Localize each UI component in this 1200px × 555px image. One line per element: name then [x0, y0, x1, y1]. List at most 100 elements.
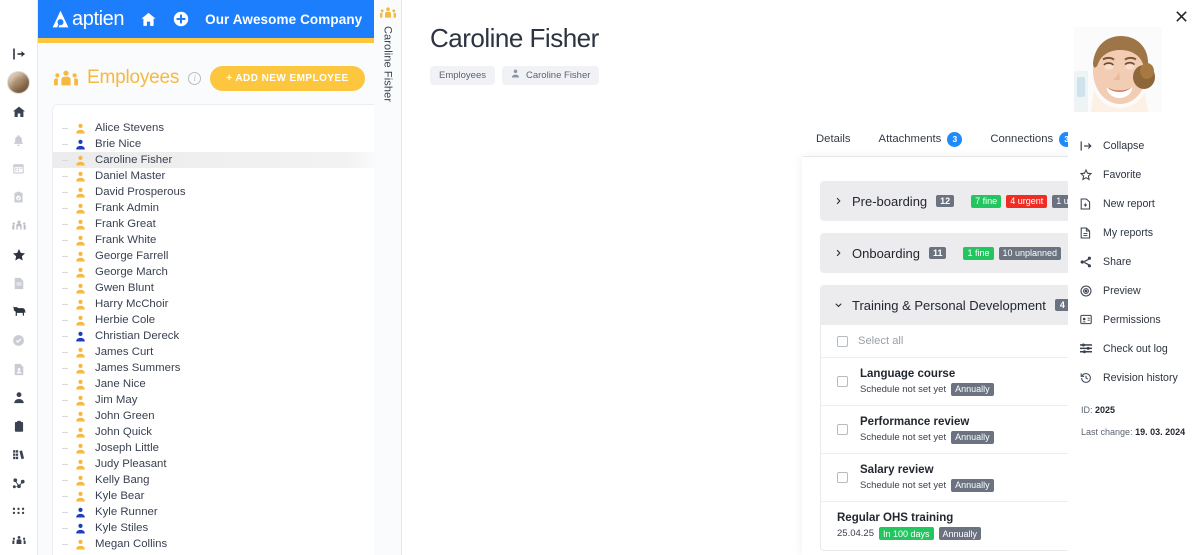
person-icon[interactable]: [0, 383, 38, 412]
add-new-employee-button[interactable]: + ADD NEW EMPLOYEE: [210, 65, 365, 91]
list-item-label: Frank Admin: [95, 202, 159, 214]
right-action-collapse[interactable]: Collapse: [1068, 131, 1200, 160]
breadcrumb-item[interactable]: Employees: [430, 65, 495, 85]
document-icon[interactable]: [0, 269, 38, 298]
section-header[interactable]: Training & Personal Development41 fine3 …: [820, 285, 1068, 325]
section-header[interactable]: Onboarding 11 1 fine 10 unplanned: [820, 233, 1068, 273]
right-action-check-out-log[interactable]: Check out log: [1068, 334, 1200, 363]
home-icon[interactable]: [140, 11, 157, 28]
plus-circle-icon[interactable]: [173, 11, 189, 27]
chevron-right-icon[interactable]: [834, 248, 843, 258]
list-item-label: Alice Stevens: [95, 122, 165, 134]
home-icon[interactable]: [0, 97, 38, 126]
list-item[interactable]: Joseph Little: [53, 440, 374, 456]
brand-logo[interactable]: aptien: [50, 8, 124, 31]
list-item[interactable]: Caroline Fisher: [53, 152, 374, 168]
select-all-checkbox[interactable]: [837, 335, 848, 347]
task-status: Schedule not set yet: [860, 479, 947, 491]
people-group-icon[interactable]: [0, 526, 38, 555]
tab-connections[interactable]: Connections 3: [976, 121, 1068, 157]
right-action-favorite[interactable]: Favorite: [1068, 160, 1200, 189]
list-item[interactable]: Harry McChoir: [53, 296, 374, 312]
breadcrumb-item[interactable]: Caroline Fisher: [502, 65, 600, 85]
person-icon: [75, 299, 86, 310]
list-item[interactable]: Gwen Blunt: [53, 280, 374, 296]
list-item[interactable]: John Green: [53, 408, 374, 424]
left-icon-rail: [0, 0, 38, 555]
task-name: Language course: [860, 367, 956, 380]
clipboard-icon[interactable]: [0, 412, 38, 441]
eye-icon: [1079, 284, 1092, 297]
list-item[interactable]: David Prosperous: [53, 184, 374, 200]
info-icon[interactable]: i: [188, 71, 202, 85]
clipboard-check-icon[interactable]: [0, 183, 38, 212]
list-item[interactable]: George Farrell: [53, 248, 374, 264]
list-item[interactable]: Jane Nice: [53, 376, 374, 392]
task-checkbox[interactable]: [837, 424, 848, 435]
section-header[interactable]: Pre-boarding 12 7 fine 4 urgent 1 unplanned: [820, 181, 1068, 221]
list-item[interactable]: Kelly Bang: [53, 472, 374, 488]
list-item[interactable]: John Quick: [53, 424, 374, 440]
last-change-label: Last change:: [1081, 427, 1133, 437]
org-chart-icon[interactable]: [0, 469, 38, 498]
list-item[interactable]: James Curt: [53, 344, 374, 360]
list-item[interactable]: Kyle Runner: [53, 504, 374, 520]
list-item[interactable]: Megan Collins: [53, 536, 374, 552]
person-icon: [75, 139, 86, 150]
list-item[interactable]: Frank White: [53, 232, 374, 248]
person-icon: [76, 523, 85, 533]
record-id-label: ID:: [1081, 405, 1093, 415]
top-app-bar: aptien Our Awesome Company: [38, 0, 374, 38]
person-icon: [75, 395, 86, 406]
list-item[interactable]: Christian Dereck: [53, 328, 374, 344]
dog-icon[interactable]: [0, 297, 38, 326]
tab-details[interactable]: Details: [802, 121, 865, 157]
grid-icon[interactable]: [0, 498, 38, 527]
list-item[interactable]: Jim May: [53, 392, 374, 408]
tree-line: [62, 335, 68, 337]
bell-icon[interactable]: [0, 126, 38, 155]
right-action-new-report[interactable]: New report: [1068, 189, 1200, 218]
activity-plans-content: Pre-boarding 12 7 fine 4 urgent 1 unplanned O…: [802, 157, 1068, 555]
list-item-label: Caroline Fisher: [95, 154, 173, 166]
list-item-label: Daniel Master: [95, 170, 166, 182]
tree-line: [62, 511, 68, 513]
right-action-share[interactable]: Share: [1068, 247, 1200, 276]
select-all-label: Select all: [858, 335, 904, 347]
tab-attachments[interactable]: Attachments 3: [865, 121, 977, 157]
person-icon: [76, 491, 85, 501]
task-checkbox[interactable]: [837, 472, 848, 483]
last-change-value: 19. 03. 2024: [1135, 427, 1186, 437]
list-item[interactable]: Frank Admin: [53, 200, 374, 216]
list-item[interactable]: George March: [53, 264, 374, 280]
person-icon: [511, 69, 520, 78]
list-item[interactable]: Daniel Master: [53, 168, 374, 184]
collapse-expand-icon[interactable]: [0, 40, 38, 69]
team-icon[interactable]: [0, 212, 38, 241]
right-action-permissions[interactable]: Permissions: [1068, 305, 1200, 334]
task-checkbox[interactable]: [837, 376, 848, 387]
list-item[interactable]: Frank Great: [53, 216, 374, 232]
list-item[interactable]: Kyle Stiles: [53, 520, 374, 536]
star-icon[interactable]: [0, 240, 38, 269]
people-icon: [54, 70, 78, 85]
chevron-right-icon[interactable]: [834, 196, 843, 206]
list-item[interactable]: Judy Pleasant: [53, 456, 374, 472]
list-item[interactable]: Brie Nice: [53, 136, 374, 152]
task-meta: Schedule not set yet Annually: [860, 478, 1068, 492]
right-action-preview[interactable]: Preview: [1068, 276, 1200, 305]
right-action-my-reports[interactable]: My reports: [1068, 218, 1200, 247]
list-item[interactable]: Alice Stevens: [53, 120, 374, 136]
right-action-revision-history[interactable]: Revision history: [1068, 363, 1200, 392]
books-icon[interactable]: [0, 441, 38, 470]
user-avatar[interactable]: [0, 69, 38, 98]
close-icon[interactable]: [1173, 8, 1189, 24]
record-vertical-tab[interactable]: Caroline Fisher: [374, 0, 402, 555]
calendar-icon[interactable]: [0, 154, 38, 183]
list-item[interactable]: Herbie Cole: [53, 312, 374, 328]
file-user-icon[interactable]: [0, 355, 38, 384]
list-item[interactable]: Kyle Bear: [53, 488, 374, 504]
check-circle-icon[interactable]: [0, 326, 38, 355]
list-item[interactable]: James Summers: [53, 360, 374, 376]
chevron-down-icon[interactable]: [834, 300, 843, 310]
